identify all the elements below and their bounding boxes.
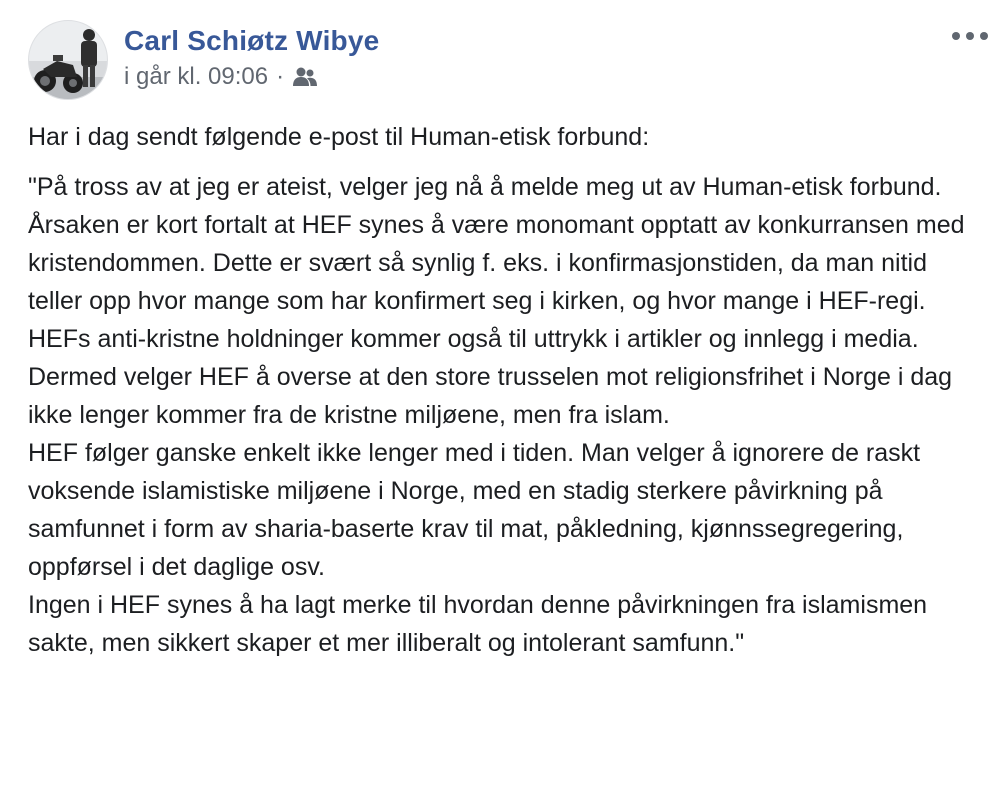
more-dot [952,32,960,40]
post-timestamp[interactable]: i går kl. 09:06 [124,62,268,92]
post-subline: i går kl. 09:06 · [124,62,379,92]
more-options-icon[interactable] [952,26,988,46]
avatar-photo [29,21,107,99]
facebook-post: Carl Schiøtz Wibye i går kl. 09:06 · Har [0,0,1008,791]
more-dot [966,32,974,40]
friends-icon[interactable] [292,66,318,88]
post-intro-text: Har i dag sendt følgende e-post til Huma… [28,123,650,151]
author-name[interactable]: Carl Schiøtz Wibye [124,24,379,58]
separator-dot: · [276,63,285,90]
post-meta: Carl Schiøtz Wibye i går kl. 09:06 · [124,24,379,92]
post-body: Har i dag sendt følgende e-post til Huma… [28,118,988,662]
more-dot [980,32,988,40]
post-quote-text: "På tross av at jeg er ateist, velger je… [28,173,965,657]
post-header: Carl Schiøtz Wibye i går kl. 09:06 · [28,20,379,100]
avatar[interactable] [28,20,108,100]
